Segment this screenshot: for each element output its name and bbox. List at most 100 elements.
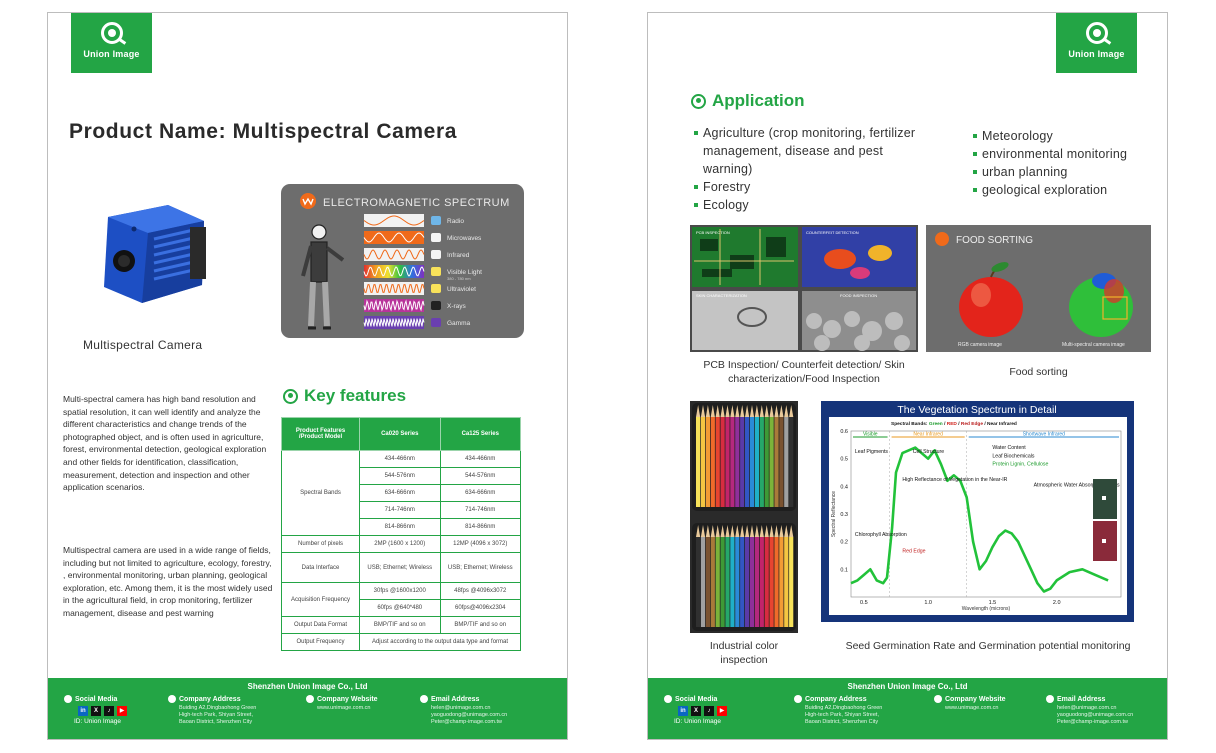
application-heading: Application (691, 91, 805, 111)
address-line: Buiding A2,Dingbaohong Green (805, 705, 883, 711)
band-icon (431, 301, 441, 310)
email-link[interactable]: helen@unimage.com.cn (1057, 705, 1133, 712)
table-cell: USB; Ethernet; Wireless (359, 552, 441, 583)
product-title: Product Name: Multispectral Camera (69, 120, 458, 143)
pencil-caption: Industrial color inspection (709, 640, 779, 666)
pencil (730, 537, 735, 627)
table-cell: 814-866nm (439, 518, 521, 536)
x-tick-label: 0.5 (860, 600, 868, 606)
visible-range-label: 380 - 780 nm (447, 276, 471, 281)
food-label: FOOD INSPECTION (840, 293, 877, 298)
food-sorting-title: FOOD SORTING (956, 235, 1033, 246)
pencil (745, 537, 750, 627)
logo-text: Union Image (83, 49, 140, 59)
pencil (774, 417, 779, 507)
address-line: High-tech Park, Shiyan Street, (179, 712, 253, 718)
region-label: Visible (863, 432, 878, 438)
email-link[interactable]: yaoguodong@unimage.com.cn (431, 712, 507, 719)
website-link[interactable]: www.unimage.com.cn (317, 705, 378, 712)
color-pencils-image (690, 401, 798, 633)
play-icon (664, 695, 672, 703)
header-features: Product Features /Product Model (281, 417, 360, 451)
key-features-title: Key features (304, 386, 407, 405)
y-tick-label: 0.6 (840, 429, 848, 435)
website-link[interactable]: www.unimage.com.cn (945, 705, 1006, 712)
chart-annotation: Red Edge (902, 549, 925, 555)
tiktok-icon[interactable]: ♪ (704, 706, 714, 716)
pencil (710, 537, 715, 627)
linkedin-icon[interactable]: in (678, 706, 688, 716)
em-title: ELECTROMAGNETIC SPECTRUM (323, 197, 510, 209)
pencil (769, 537, 774, 627)
bands-prefix: Spectral Bands: (891, 421, 929, 427)
y-tick-label: 0.5 (840, 457, 848, 463)
pencil (784, 537, 789, 627)
social-title: Social Media (675, 695, 718, 703)
header-ca125: Ca125 Series (439, 417, 521, 451)
email-link[interactable]: helen@unimage.com.cn (431, 705, 507, 712)
table-cell: 48fps @4096x3072 (439, 582, 521, 600)
spectral-bands-label: Spectral Bands (281, 450, 360, 536)
pencil (705, 417, 710, 507)
band-label: Radio (447, 218, 464, 225)
description-paragraph-2: Multispectral camera are used in a wide … (63, 545, 273, 618)
footer-website: Company Website www.unimage.com.cn (934, 695, 1006, 712)
footer-address: Company Address Buiding A2,Dingbaohong G… (168, 695, 256, 726)
table-cell: Adjust according to the output data type… (359, 633, 521, 651)
youtube-icon[interactable]: ▶ (117, 706, 127, 716)
pencil (749, 417, 755, 507)
email-link[interactable]: yaoguodong@unimage.com.cn (1057, 712, 1133, 719)
table-cell: 714-746nm (359, 501, 441, 519)
union-image-logo: Union Image (71, 13, 152, 73)
y-tick-label: 0.3 (840, 512, 848, 518)
em-spectrum-illustration: ELECTROMAGNETIC SPECTRUM Radio Microwaves… (300, 193, 510, 330)
youtube-icon[interactable]: ▶ (717, 706, 727, 716)
table-cell: BMP/TIF and so on (439, 616, 521, 634)
acquisition-label: Acquisition Frequency (281, 582, 360, 617)
location-pin-icon (794, 695, 802, 703)
band-red-edge: Red Edge (961, 421, 983, 427)
pencil (696, 537, 701, 627)
region-label: Near Infrared (913, 432, 943, 438)
list-item: environmental monitoring (973, 145, 1163, 163)
footer-company: Shenzhen Union Image Co., Ltd (847, 682, 968, 691)
email-link[interactable]: Peter@champ-image.com.tw (431, 719, 507, 726)
multispectral-label: Multi-spectral camera image (1062, 342, 1125, 348)
pcb-label: PCB INSPECTION (696, 230, 730, 235)
table-cell: 544-576nm (439, 467, 521, 485)
table-cell: 30fps @1600x1200 (359, 582, 441, 600)
address-line: High-tech Park, Shiyan Street, (805, 712, 879, 718)
band-label: X-rays (447, 303, 467, 310)
pencil (705, 537, 710, 627)
pencil (715, 417, 720, 507)
footer-website: Company Website www.unimage.com.cn (306, 695, 378, 712)
table-cell: 814-866nm (359, 518, 441, 536)
skin-label: SKIN CHARACTERIZATION (696, 293, 747, 298)
table-cell: 544-576nm (359, 467, 441, 485)
website-title: Company Website (945, 695, 1006, 703)
address-title: Company Address (179, 695, 241, 703)
email-link[interactable]: Peter@champ-image.com.tw (1057, 719, 1133, 726)
linkedin-icon[interactable]: in (78, 706, 88, 716)
list-item: Agriculture (crop monitoring, fertilizer… (694, 124, 924, 178)
x-axis-label: Wavelength (microns) (962, 606, 1011, 612)
pixels-label: Number of pixels (281, 535, 360, 553)
region-label: Shortwave Infrared (1023, 432, 1065, 438)
band-red: RED (947, 421, 958, 427)
band-icon (431, 233, 441, 242)
table-cell: 434-466nm (359, 450, 441, 468)
logo-text: Union Image (1068, 49, 1125, 59)
rgb-label: RGB camera image (958, 342, 1002, 348)
pencil (774, 537, 779, 627)
band-icon (431, 318, 441, 327)
list-item: geological exploration (973, 181, 1163, 199)
pencil (700, 417, 706, 507)
band-label: Visible Light (447, 269, 482, 276)
application-list-right: Meteorology environmental monitoring urb… (973, 127, 1163, 199)
x-icon[interactable]: X (91, 706, 101, 716)
chart-annotation: Cell Structure (913, 449, 945, 455)
x-icon[interactable]: X (691, 706, 701, 716)
key-features-heading: Key features (283, 386, 406, 406)
pencil (789, 537, 794, 627)
tiktok-icon[interactable]: ♪ (104, 706, 114, 716)
